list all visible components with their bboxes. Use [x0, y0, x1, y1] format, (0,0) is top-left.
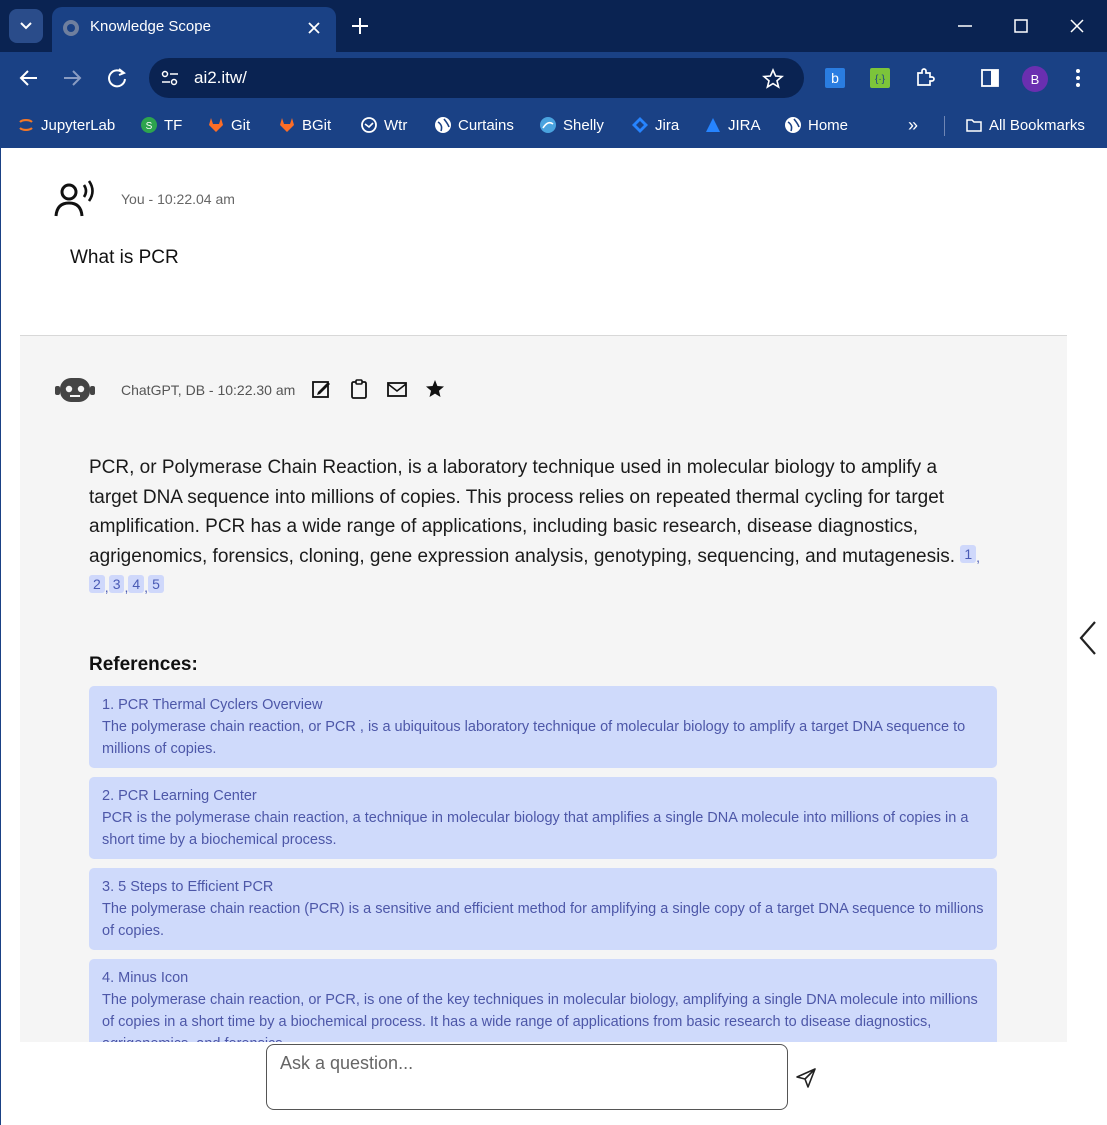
- extensions-puzzle-icon[interactable]: [913, 66, 937, 90]
- bookmark-curtains[interactable]: Curtains: [434, 114, 514, 136]
- globe-icon: [63, 20, 79, 36]
- reference-text: The polymerase chain reaction, or PCR, i…: [102, 992, 978, 1042]
- minimize-icon[interactable]: [953, 14, 977, 38]
- assistant-message-meta: ChatGPT, DB - 10:22.30 am: [121, 382, 296, 398]
- browser-titlebar: Knowledge Scope: [0, 0, 1107, 52]
- tab-search-button[interactable]: [9, 9, 43, 43]
- forward-icon[interactable]: [59, 65, 85, 91]
- close-icon[interactable]: [304, 18, 324, 38]
- browser-tab[interactable]: Knowledge Scope: [52, 7, 336, 52]
- site-info-icon[interactable]: [159, 67, 181, 89]
- reference-text: The polymerase chain reaction (PCR) is a…: [102, 901, 984, 939]
- citation-link[interactable]: 3: [108, 575, 125, 593]
- citation-link[interactable]: 2: [89, 575, 105, 593]
- shelly-icon: [540, 117, 556, 133]
- bookmark-bgit[interactable]: BGit: [278, 114, 331, 136]
- jira-icon: [632, 117, 648, 133]
- globe-icon: [785, 117, 801, 133]
- reference-text: PCR is the polymerase chain reaction, a …: [102, 810, 969, 848]
- reference-card[interactable]: 3. 5 Steps to Efficient PCR The polymera…: [89, 868, 997, 950]
- extension-json-icon[interactable]: {·}: [868, 66, 892, 90]
- svg-text:S: S: [146, 121, 153, 132]
- reference-card[interactable]: 1. PCR Thermal Cyclers Overview The poly…: [89, 686, 997, 768]
- bookmarks-bar: JupyterLab S TF Git BGit Wtr Curtains Sh…: [0, 104, 1107, 148]
- globe-icon: [435, 117, 451, 133]
- svg-text:b: b: [831, 70, 839, 86]
- star-add-icon[interactable]: [424, 378, 446, 400]
- bookmark-jira-upper[interactable]: JIRA: [704, 114, 761, 136]
- wtr-icon: [361, 117, 377, 133]
- jupyter-icon: [19, 119, 33, 131]
- user-message-meta: You - 10:22.04 am: [121, 191, 235, 207]
- folder-icon: [966, 119, 982, 132]
- chevron-down-icon: [20, 22, 32, 30]
- svg-text:{·}: {·}: [875, 74, 886, 85]
- browser-toolbar: ai2.itw/ b {·}: [0, 52, 1107, 104]
- send-icon[interactable]: [794, 1066, 818, 1090]
- user-voice-icon: [54, 180, 94, 217]
- assistant-answer: PCR, or Polymerase Chain Reaction, is a …: [89, 457, 981, 595]
- user-question: What is PCR: [70, 247, 179, 268]
- tab-title: Knowledge Scope: [90, 18, 211, 35]
- question-input[interactable]: [266, 1044, 788, 1110]
- maximize-icon[interactable]: [1009, 14, 1033, 38]
- extension-b-icon[interactable]: b: [823, 66, 847, 90]
- tf-icon: S: [141, 117, 157, 133]
- jira-icon: [706, 118, 720, 132]
- bookmark-git[interactable]: Git: [207, 114, 250, 136]
- chevron-left-icon[interactable]: [1075, 618, 1101, 658]
- reference-title: 2. PCR Learning Center: [102, 788, 257, 804]
- url-text[interactable]: ai2.itw/: [194, 68, 247, 88]
- reload-icon[interactable]: [104, 65, 130, 91]
- side-panel-icon[interactable]: [978, 66, 1002, 90]
- address-bar[interactable]: ai2.itw/: [149, 58, 804, 98]
- answer-body: PCR, or Polymerase Chain Reaction, is a …: [89, 457, 956, 567]
- citation-link[interactable]: 4: [128, 575, 145, 593]
- back-icon[interactable]: [16, 65, 42, 91]
- close-window-icon[interactable]: [1065, 14, 1089, 38]
- gitlab-icon: [280, 118, 294, 132]
- reference-card[interactable]: 2. PCR Learning Center PCR is the polyme…: [89, 777, 997, 859]
- clipboard-icon[interactable]: [348, 378, 370, 400]
- more-bookmarks-button[interactable]: »: [908, 114, 918, 136]
- profile-avatar[interactable]: B: [1022, 66, 1048, 92]
- star-icon[interactable]: [761, 67, 785, 91]
- chat-app: You - 10:22.04 am What is PCR ChatGPT, D…: [0, 148, 1107, 1125]
- references-heading: References:: [89, 654, 198, 675]
- bookmark-home[interactable]: Home: [784, 114, 848, 136]
- bookmark-wtr[interactable]: Wtr: [360, 114, 407, 136]
- citation-link[interactable]: 1: [960, 544, 977, 563]
- email-icon[interactable]: [386, 378, 408, 400]
- reference-title: 4. Minus Icon: [102, 970, 189, 986]
- gitlab-icon: [209, 118, 223, 132]
- reference-text: The polymerase chain reaction, or PCR , …: [102, 719, 966, 757]
- reference-title: 1. PCR Thermal Cyclers Overview: [102, 697, 323, 713]
- reference-card[interactable]: 4. Minus Icon The polymerase chain react…: [89, 959, 997, 1042]
- reference-title: 3. 5 Steps to Efficient PCR: [102, 879, 274, 895]
- new-tab-icon[interactable]: [349, 15, 371, 37]
- assistant-message: ChatGPT, DB - 10:22.30 am PCR, or Polyme…: [20, 335, 1067, 1042]
- bookmark-shelly[interactable]: Shelly: [539, 114, 604, 136]
- bookmark-jira[interactable]: Jira: [631, 114, 679, 136]
- bookmark-jupyterlab[interactable]: JupyterLab: [17, 114, 115, 136]
- citation-link[interactable]: 5: [148, 575, 164, 593]
- edit-icon[interactable]: [310, 378, 332, 400]
- robot-icon: [55, 378, 95, 402]
- all-bookmarks-button[interactable]: All Bookmarks: [965, 114, 1085, 136]
- menu-dots-icon[interactable]: [1066, 66, 1090, 90]
- bookmarks-divider: [944, 116, 945, 136]
- bookmark-tf[interactable]: S TF: [140, 114, 182, 136]
